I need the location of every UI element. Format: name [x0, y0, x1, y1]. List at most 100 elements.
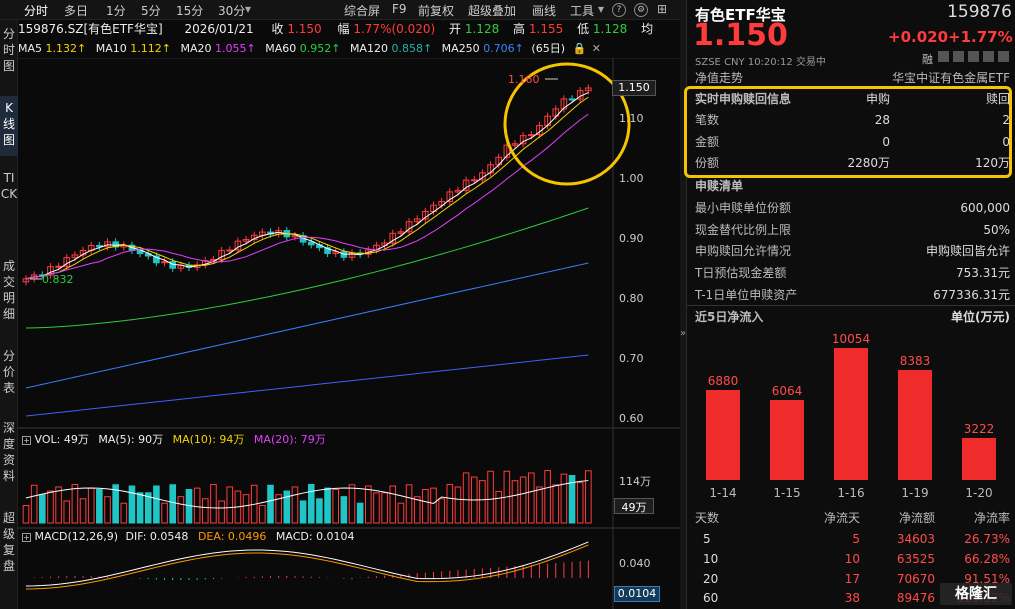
tool-composite[interactable]: 综合屏: [344, 2, 380, 19]
tab-replay[interactable]: 超级复盘: [0, 508, 18, 586]
nav-index[interactable]: 华宝中证有色金属ETF: [860, 69, 1010, 86]
vol-bar: [576, 482, 584, 524]
sub-header: 实时申购赎回信息 申购 赎回: [695, 89, 1010, 109]
pin-icon[interactable]: [953, 51, 964, 62]
ma5-label: MA5: [18, 42, 43, 55]
netflow-date-label: 1-14: [709, 486, 737, 500]
vol-ma5: MA(5): 90万: [98, 433, 164, 446]
ma250-value: 0.706↑: [483, 42, 524, 55]
avg-label: 均: [641, 22, 654, 36]
toolbar-icons: [938, 51, 1010, 63]
tab-30min[interactable]: 30分: [218, 2, 245, 19]
sub-row-b: 120万: [975, 156, 1010, 170]
date-label: 2026/01/21: [184, 22, 254, 36]
vol-bar: [120, 502, 128, 524]
chevron-down-icon[interactable]: ▾: [598, 2, 604, 16]
high-label: 高: [513, 22, 526, 36]
flow-col-days: 天数: [695, 511, 720, 525]
netflow-bar-label: 3222: [963, 421, 995, 436]
flow-row: 10 10 63525 66.28%: [695, 549, 1010, 569]
tab-15min[interactable]: 15分: [176, 2, 203, 19]
netflow-date-label: 1-16: [837, 486, 865, 500]
menu-icon[interactable]: [983, 51, 994, 62]
close-icon[interactable]: ✕: [592, 42, 601, 55]
expand-icon[interactable]: +: [22, 436, 31, 445]
candle-body: [226, 249, 234, 252]
flow-count: 5: [852, 532, 860, 546]
help-icon[interactable]: ?: [612, 3, 626, 17]
vol-bar: [136, 492, 144, 524]
vol-bar: [340, 496, 348, 524]
vol-bar: [332, 489, 339, 524]
list-title: 申赎清单: [695, 179, 744, 193]
tool-draw[interactable]: 画线: [532, 2, 556, 19]
chevron-down-icon[interactable]: ▾: [245, 2, 251, 16]
vol-bar: [259, 504, 266, 524]
lock-icon[interactable]: 🔒: [573, 42, 587, 55]
ma120-value: 0.858↑: [391, 42, 433, 55]
tab-depth[interactable]: 深度资料: [0, 418, 18, 496]
price-change: +0.020: [888, 28, 949, 46]
nav-label[interactable]: 净值走势: [695, 69, 743, 86]
tab-trades[interactable]: 成交明细: [0, 256, 18, 334]
vol-tag: 49万: [614, 498, 654, 514]
candle-body: [470, 179, 478, 182]
vol-bar: [422, 488, 429, 524]
ma60-label: MA60: [265, 42, 297, 55]
tool-fq[interactable]: 前复权: [418, 2, 454, 19]
netflow-bar: [706, 389, 740, 480]
tab-timeshare[interactable]: 分时图: [0, 20, 18, 84]
ma-period[interactable]: (65日): [531, 42, 565, 55]
tab-price-dist[interactable]: 分价表: [0, 346, 18, 406]
fund-code: 159876: [947, 2, 1012, 22]
flow-rate: 26.73%: [964, 532, 1010, 546]
tool-f9[interactable]: F9: [392, 2, 407, 16]
vol-bar: [536, 486, 543, 524]
edit-icon[interactable]: [938, 51, 949, 62]
ma-long-line: [25, 354, 589, 417]
vol-bar: [365, 485, 372, 524]
vol-bar: [405, 484, 413, 524]
open-value: 1.128: [464, 22, 500, 36]
tab-multiday[interactable]: 多日: [64, 2, 88, 19]
current-price-tag: 1.150: [612, 80, 656, 96]
sub-col2: 赎回: [985, 92, 1010, 106]
kline-chart[interactable]: [18, 58, 680, 609]
tab-1min[interactable]: 1分: [106, 2, 126, 19]
ma20-value: 1.055↑: [214, 42, 256, 55]
netflow-bar: [770, 400, 804, 480]
list-value: 600,000: [960, 201, 1010, 215]
vol-bar: [283, 490, 291, 524]
macd-dea: DEA: 0.0496: [197, 530, 267, 543]
vol-bar: [487, 470, 494, 524]
tab-tick[interactable]: TICK: [0, 168, 18, 244]
tab-kline[interactable]: K线图: [0, 96, 18, 156]
more-icon[interactable]: [998, 51, 1009, 62]
divider: [687, 305, 1015, 306]
settings-icon[interactable]: ⊞: [657, 2, 667, 16]
ma-long-line: [25, 207, 589, 329]
left-vertical-tabs: 分时图 K线图 TICK 成交明细 分价表 深度资料 超级复盘: [0, 20, 18, 609]
vol-bar: [519, 476, 527, 524]
tool-tools[interactable]: 工具: [570, 2, 594, 19]
security-code: 159876.SZ[有色ETF华宝]: [18, 22, 163, 36]
ma-legend-bar: MA5 1.132↑ MA10 1.112↑ MA20 1.055↑ MA60 …: [18, 40, 680, 58]
sub-row: 笔数 28 2: [695, 110, 1010, 130]
expand-icon[interactable]: +: [22, 533, 31, 542]
vol-bar: [462, 472, 470, 524]
netflow-bar-label: 10054: [831, 332, 871, 346]
vol-value: VOL: 49万: [34, 433, 89, 446]
ytick: 0.80: [619, 292, 644, 305]
flow-count: 10: [844, 552, 860, 566]
netflow-date-label: 1-19: [901, 486, 929, 500]
tool-overlay[interactable]: 超级叠加: [468, 2, 516, 19]
tab-5min[interactable]: 5分: [141, 2, 161, 19]
layout-icon[interactable]: [968, 51, 979, 62]
ma5-value: 1.132↑: [45, 42, 87, 55]
ma120-label: MA120: [349, 42, 388, 55]
gear-icon[interactable]: ⚙: [634, 3, 648, 17]
candle-body: [568, 98, 576, 101]
vol-bar: [210, 484, 217, 524]
macd-dif-line: [25, 541, 589, 587]
tab-intraday[interactable]: 分时: [24, 2, 48, 19]
